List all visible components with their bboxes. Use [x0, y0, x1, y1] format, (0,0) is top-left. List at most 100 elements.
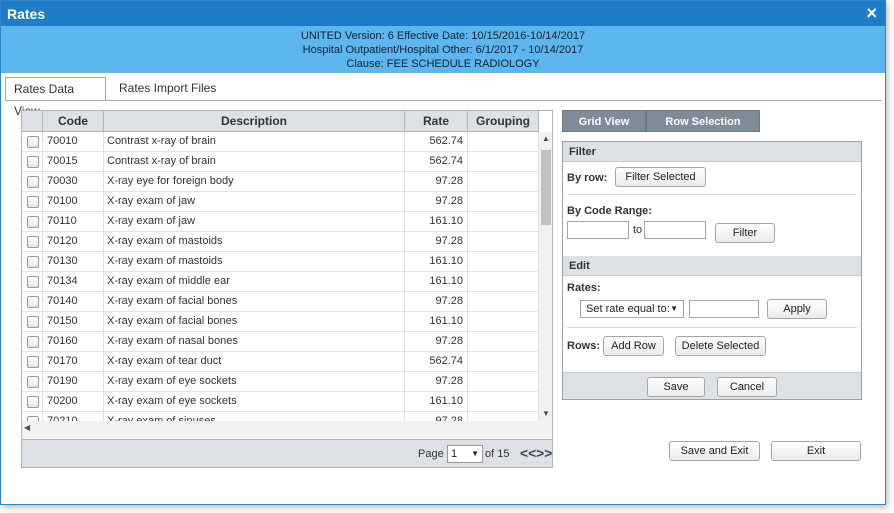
cell-code: 70110 — [43, 212, 104, 232]
rate-mode-select[interactable]: Set rate equal to: ▼ — [580, 300, 684, 318]
tab-rates-import-files[interactable]: Rates Import Files — [111, 77, 231, 101]
cell-grouping — [468, 352, 539, 372]
scrollbar-thumb[interactable] — [541, 150, 551, 225]
row-checkbox[interactable] — [27, 336, 39, 348]
table-row[interactable]: 70130 X-ray exam of mastoids 161.10 — [22, 252, 539, 272]
table-row[interactable]: 70030 X-ray eye for foreign body 97.28 — [22, 172, 539, 192]
cell-rate: 161.10 — [405, 252, 468, 272]
cell-rate: 97.28 — [405, 232, 468, 252]
cell-description: X-ray exam of tear duct — [104, 352, 405, 372]
cell-code: 70170 — [43, 352, 104, 372]
row-checkbox[interactable] — [27, 376, 39, 388]
row-checkbox[interactable] — [27, 316, 39, 328]
rates-label: Rates: — [567, 282, 601, 294]
filter-button[interactable]: Filter — [715, 223, 775, 243]
cell-grouping — [468, 212, 539, 232]
exit-button[interactable]: Exit — [771, 441, 861, 461]
cell-description: X-ray exam of sinuses — [104, 412, 405, 421]
page-select[interactable]: 1 ▼ — [447, 445, 483, 463]
table-row[interactable]: 70160 X-ray exam of nasal bones 97.28 — [22, 332, 539, 352]
add-row-button[interactable]: Add Row — [603, 336, 664, 356]
to-label: to — [633, 224, 643, 236]
cell-rate: 97.28 — [405, 372, 468, 392]
grid-view-button[interactable]: Grid View — [562, 110, 646, 132]
cell-code: 70210 — [43, 412, 104, 421]
previous-page-icon[interactable]: << — [520, 445, 536, 461]
cell-grouping — [468, 372, 539, 392]
cell-grouping — [468, 132, 539, 152]
cell-rate: 562.74 — [405, 132, 468, 152]
row-checkbox[interactable] — [27, 156, 39, 168]
code-range-to-input[interactable] — [644, 221, 706, 239]
save-button[interactable]: Save — [647, 377, 705, 397]
row-checkbox[interactable] — [27, 276, 39, 288]
close-icon[interactable]: × — [866, 3, 877, 23]
table-row[interactable]: 70140 X-ray exam of facial bones 97.28 — [22, 292, 539, 312]
row-checkbox[interactable] — [27, 356, 39, 368]
divider — [567, 194, 857, 195]
cell-grouping — [468, 292, 539, 312]
cell-grouping — [468, 232, 539, 252]
row-checkbox[interactable] — [27, 296, 39, 308]
apply-button[interactable]: Apply — [767, 299, 827, 319]
row-checkbox[interactable] — [27, 256, 39, 268]
column-header-description[interactable]: Description — [104, 111, 405, 132]
table-row[interactable]: 70120 X-ray exam of mastoids 97.28 — [22, 232, 539, 252]
cell-rate: 97.28 — [405, 292, 468, 312]
column-header-grouping[interactable]: Grouping — [468, 111, 539, 132]
chevron-down-icon: ▼ — [471, 449, 479, 458]
cell-rate: 161.10 — [405, 392, 468, 412]
table-row[interactable]: 70015 Contrast x-ray of brain 562.74 — [22, 152, 539, 172]
cell-grouping — [468, 392, 539, 412]
cell-rate: 161.10 — [405, 312, 468, 332]
table-row[interactable]: 70134 X-ray exam of middle ear 161.10 — [22, 272, 539, 292]
cell-code: 70200 — [43, 392, 104, 412]
table-row[interactable]: 70150 X-ray exam of facial bones 161.10 — [22, 312, 539, 332]
rows-label: Rows: — [567, 340, 600, 352]
row-selection-button[interactable]: Row Selection — [646, 110, 760, 132]
rates-dialog: Rates × UNITED Version: 6 Effective Date… — [0, 0, 886, 505]
cell-description: X-ray exam of nasal bones — [104, 332, 405, 352]
title-bar: Rates × — [1, 1, 885, 26]
cell-rate: 97.28 — [405, 192, 468, 212]
horizontal-scrollbar[interactable]: ◀ — [22, 421, 552, 439]
cell-description: X-ray exam of eye sockets — [104, 372, 405, 392]
cell-description: X-ray exam of jaw — [104, 212, 405, 232]
row-checkbox[interactable] — [27, 136, 39, 148]
cell-grouping — [468, 412, 539, 421]
row-checkbox[interactable] — [27, 236, 39, 248]
tab-rates-data-view[interactable]: Rates Data View — [5, 77, 106, 118]
column-header-code[interactable]: Code — [43, 111, 104, 132]
table-row[interactable]: 70110 X-ray exam of jaw 161.10 — [22, 212, 539, 232]
cell-grouping — [468, 312, 539, 332]
scroll-down-icon[interactable]: ▼ — [539, 407, 552, 421]
table-row[interactable]: 70190 X-ray exam of eye sockets 97.28 — [22, 372, 539, 392]
row-checkbox[interactable] — [27, 216, 39, 228]
cell-description: X-ray exam of jaw — [104, 192, 405, 212]
filter-selected-button[interactable]: Filter Selected — [615, 167, 706, 187]
table-row[interactable]: 70100 X-ray exam of jaw 97.28 — [22, 192, 539, 212]
cell-code: 70130 — [43, 252, 104, 272]
row-checkbox[interactable] — [27, 196, 39, 208]
table-row[interactable]: 70200 X-ray exam of eye sockets 161.10 — [22, 392, 539, 412]
scroll-left-icon[interactable]: ◀ — [24, 423, 30, 432]
row-checkbox[interactable] — [27, 396, 39, 408]
table-row[interactable]: 70210 X-ray exam of sinuses 97.28 — [22, 412, 539, 421]
cell-code: 70134 — [43, 272, 104, 292]
next-page-icon[interactable]: >> — [536, 445, 552, 461]
table-row[interactable]: 70170 X-ray exam of tear duct 562.74 — [22, 352, 539, 372]
rate-value-input[interactable] — [689, 300, 759, 318]
scroll-up-icon[interactable]: ▲ — [539, 132, 552, 146]
cell-grouping — [468, 152, 539, 172]
contract-info-banner: UNITED Version: 6 Effective Date: 10/15/… — [1, 26, 885, 73]
save-and-exit-button[interactable]: Save and Exit — [669, 441, 760, 461]
divider — [567, 327, 857, 328]
cell-rate: 161.10 — [405, 272, 468, 292]
code-range-from-input[interactable] — [567, 221, 629, 239]
cancel-button[interactable]: Cancel — [717, 377, 777, 397]
delete-selected-button[interactable]: Delete Selected — [675, 336, 766, 356]
column-header-rate[interactable]: Rate — [405, 111, 468, 132]
vertical-scrollbar[interactable]: ▲ ▼ — [539, 132, 552, 421]
row-checkbox[interactable] — [27, 176, 39, 188]
table-row[interactable]: 70010 Contrast x-ray of brain 562.74 — [22, 132, 539, 152]
